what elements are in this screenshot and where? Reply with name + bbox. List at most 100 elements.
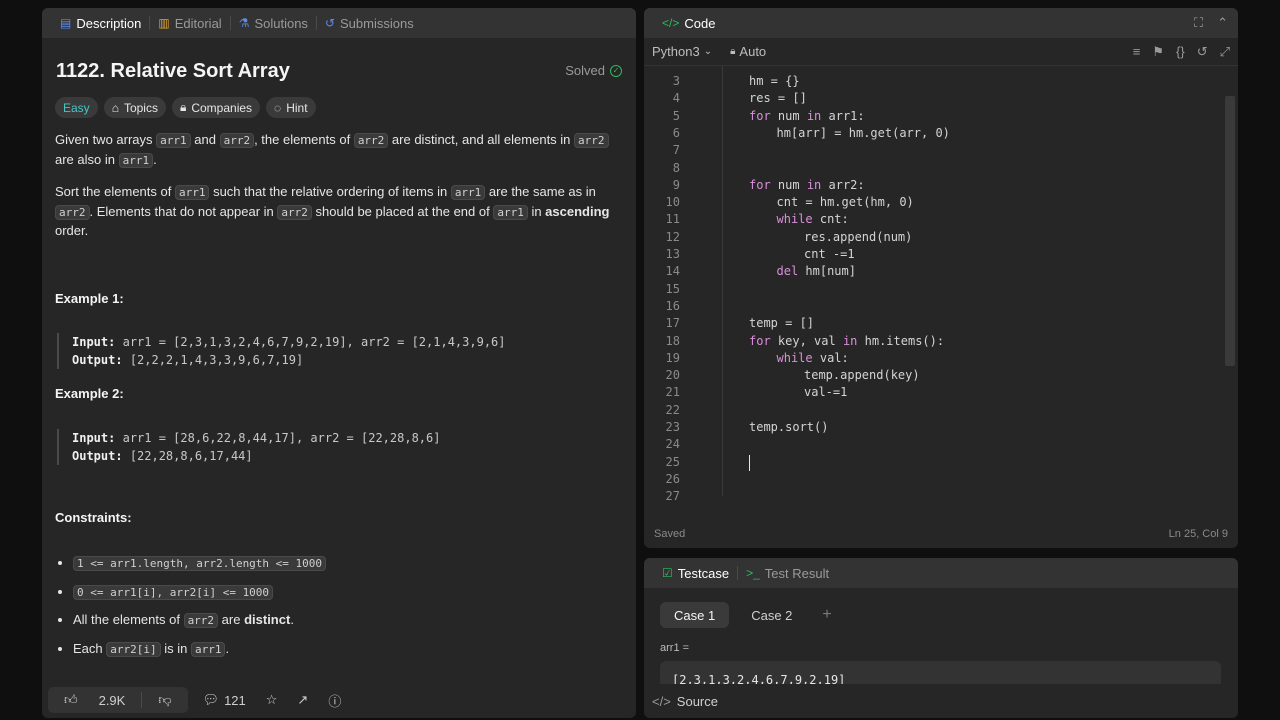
code-line: while cnt: bbox=[776, 212, 849, 227]
star-icon: ☆ bbox=[265, 692, 278, 707]
line-number: 12 bbox=[665, 229, 680, 244]
line-number: 9 bbox=[672, 177, 680, 192]
format-icon[interactable]: ≡ bbox=[1133, 44, 1141, 60]
description-panel: ▤ Description ▥ Editorial ⚗ Solutions ↺ … bbox=[42, 8, 636, 718]
list-item: 0 <= arr1[i], arr2[i] <= 1000 bbox=[73, 583, 625, 603]
add-case-button[interactable]: + bbox=[814, 606, 839, 624]
line-number: 4 bbox=[672, 91, 680, 106]
language-select[interactable]: Python3 ⌄ bbox=[652, 44, 712, 59]
collapse-icon[interactable]: ⌃ bbox=[1217, 15, 1228, 31]
lock-icon: 🔒︎ bbox=[179, 100, 187, 114]
editor-toolbar: Python3 ⌄ 🔒︎ Auto ≡ ⚑ {} ↺ ⤢ bbox=[644, 38, 1238, 66]
help-button[interactable]: ⓘ bbox=[323, 691, 346, 710]
check-circle-icon: ✓ bbox=[610, 64, 622, 77]
code-line: cnt -=1 bbox=[804, 247, 855, 261]
reset-icon[interactable]: ↺ bbox=[1197, 44, 1208, 60]
expand-icon[interactable]: ⤢ bbox=[1220, 44, 1230, 60]
tag-icon: ⌂ bbox=[111, 100, 119, 115]
tab-editorial[interactable]: ▥ Editorial bbox=[150, 16, 229, 31]
testcase-tabbar: ☑ Testcase >_ Test Result bbox=[644, 558, 1238, 588]
line-number: 5 bbox=[672, 108, 680, 123]
line-number: 6 bbox=[672, 125, 680, 140]
line-number: 17 bbox=[665, 316, 680, 331]
line-number: 7 bbox=[672, 143, 680, 158]
line-number: 14 bbox=[665, 264, 680, 279]
tab-test-result[interactable]: >_ Test Result bbox=[738, 566, 837, 581]
testcase-panel: ☑ Testcase >_ Test Result Case 1 Case 2 … bbox=[644, 558, 1238, 718]
line-number: 16 bbox=[665, 298, 680, 313]
editor-scrollbar[interactable] bbox=[1225, 96, 1235, 366]
like-button[interactable]: 👍︎ 2.9K bbox=[48, 692, 141, 708]
comments-button[interactable]: 💬︎ 121 bbox=[198, 692, 251, 708]
editor-statusbar: Saved Ln 25, Col 9 bbox=[654, 528, 1228, 540]
bookmark-icon[interactable]: ⚑ bbox=[1152, 44, 1164, 60]
share-button[interactable]: ↗ bbox=[292, 692, 313, 708]
constraints-list: 1 <= arr1.length, arr2.length <= 1000 0 … bbox=[55, 554, 625, 659]
solved-status: Solved ✓ bbox=[565, 63, 622, 78]
code-line: for key, val in hm.items(): bbox=[749, 333, 945, 348]
description-paragraph-1: Given two arrays arr1 and arr2, the elem… bbox=[55, 131, 625, 170]
history-icon: ↺ bbox=[324, 16, 335, 30]
difficulty-badge: Easy bbox=[55, 97, 98, 118]
tag-row: Easy ⌂ Topics 🔒︎ Companies ◌ Hint bbox=[55, 97, 316, 118]
line-number: 11 bbox=[665, 212, 680, 227]
problem-bottom-bar: 👍︎ 2.9K 👎︎ 💬︎ 121 ☆ ↗ ⓘ bbox=[42, 682, 636, 718]
thumbs-up-icon: 👍︎ bbox=[64, 692, 78, 707]
code-line: del hm[num] bbox=[776, 264, 856, 279]
left-tabbar: ▤ Description ▥ Editorial ⚗ Solutions ↺ … bbox=[42, 8, 636, 38]
auto-mode-toggle[interactable]: 🔒︎ Auto bbox=[730, 44, 766, 59]
code-line: val-=1 bbox=[804, 385, 848, 400]
case-tabs: Case 1 Case 2 + bbox=[660, 602, 840, 628]
line-number: 25 bbox=[665, 454, 680, 469]
constraints-heading: Constraints: bbox=[55, 509, 132, 525]
tab-description[interactable]: ▤ Description bbox=[52, 16, 149, 31]
question-icon: ⓘ bbox=[328, 693, 342, 709]
topics-tag[interactable]: ⌂ Topics bbox=[103, 97, 166, 118]
share-icon: ↗ bbox=[297, 692, 309, 707]
flask-icon: ⚗ bbox=[238, 16, 250, 30]
dislike-button[interactable]: 👎︎ bbox=[141, 692, 187, 708]
favorite-button[interactable]: ☆ bbox=[261, 692, 283, 708]
problem-description: Given two arrays arr1 and arr2, the elem… bbox=[55, 131, 625, 668]
maximize-icon[interactable]: ⛶ bbox=[1194, 15, 1203, 31]
tab-solutions[interactable]: ⚗ Solutions bbox=[231, 16, 316, 31]
checkbox-icon: ☑ bbox=[662, 566, 673, 580]
hint-tag[interactable]: ◌ Hint bbox=[266, 97, 316, 118]
line-number: 20 bbox=[665, 368, 680, 383]
editor-tabbar: </> Code ⛶ ⌃ bbox=[644, 8, 1238, 38]
code-line: res.append(num) bbox=[804, 229, 913, 244]
like-dislike-group: 👍︎ 2.9K 👎︎ bbox=[48, 687, 188, 713]
tab-testcase[interactable]: ☑ Testcase bbox=[654, 566, 737, 581]
indent-guide bbox=[722, 66, 723, 496]
description-paragraph-2: Sort the elements of arr1 such that the … bbox=[55, 184, 610, 238]
tab-submissions[interactable]: ↺ Submissions bbox=[317, 16, 422, 31]
line-number: 19 bbox=[665, 350, 680, 365]
case-1-tab[interactable]: Case 1 bbox=[660, 602, 730, 628]
case-2-tab[interactable]: Case 2 bbox=[737, 602, 806, 628]
variable-label: arr1 = bbox=[660, 642, 690, 654]
line-number: 3 bbox=[672, 74, 680, 88]
code-line: for num in arr2: bbox=[749, 177, 865, 192]
code-line: temp.append(key) bbox=[804, 368, 920, 383]
tab-code[interactable]: </> Code bbox=[654, 16, 723, 31]
code-area[interactable]: 3 hm = {} 4 res = [] 5 for num in arr1: 6 hm[ar… bbox=[644, 66, 1224, 512]
example-1-block: Input: arr1 = [2,3,1,3,2,4,6,7,9,2,19], … bbox=[57, 333, 625, 369]
braces-icon[interactable]: {} bbox=[1176, 44, 1185, 60]
code-icon: </> bbox=[652, 693, 671, 709]
line-number: 8 bbox=[672, 160, 680, 175]
problem-title[interactable]: 1122. Relative Sort Array bbox=[56, 60, 290, 83]
list-item: Each arr2[i] is in arr1. bbox=[73, 640, 625, 660]
companies-tag[interactable]: 🔒︎ Companies bbox=[171, 97, 261, 118]
example-2-heading: Example 2: bbox=[55, 386, 124, 401]
code-line: for num in arr1: bbox=[749, 108, 865, 123]
code-line: res = [] bbox=[749, 91, 807, 106]
code-line: cnt = hm.get(hm, 0) bbox=[776, 195, 914, 210]
line-number: 15 bbox=[665, 281, 680, 296]
line-number: 24 bbox=[665, 437, 680, 452]
line-number: 13 bbox=[665, 247, 680, 261]
text-cursor bbox=[749, 454, 750, 471]
source-bar[interactable]: </> Source bbox=[644, 684, 1238, 718]
example-1-heading: Example 1: bbox=[55, 290, 124, 306]
code-icon: </> bbox=[662, 16, 680, 30]
code-line: temp.sort() bbox=[749, 420, 829, 434]
